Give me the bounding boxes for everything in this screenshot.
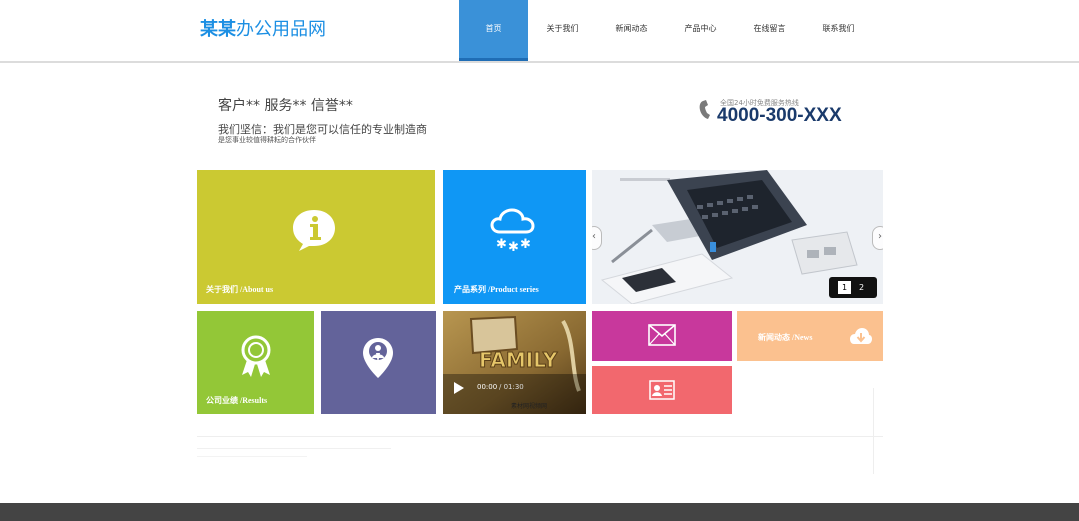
award-ribbon-icon — [241, 335, 271, 377]
nav-item-about[interactable]: 关于我们 — [528, 0, 597, 58]
envelope-icon — [648, 324, 676, 346]
id-card-icon — [649, 380, 675, 400]
video-duration: / 01:30 — [499, 383, 524, 391]
info-bubble-icon — [293, 210, 335, 251]
nav-item-contact[interactable]: 联系我们 — [804, 0, 873, 58]
svg-text:✱: ✱ — [508, 240, 519, 252]
slider-prev-button[interactable]: ‹ — [592, 226, 602, 250]
tile-about-label: 关于我们 /About us — [206, 285, 274, 294]
video-current-time: 00:00 — [477, 383, 498, 391]
tile-contact-card[interactable] — [592, 366, 732, 414]
slider-page-1[interactable]: 1 — [838, 281, 851, 294]
slider-page-2[interactable]: 2 — [855, 281, 868, 294]
snow-cloud-icon: ✱ ✱ ✱ — [490, 208, 535, 252]
site-footer — [0, 503, 1079, 521]
decorative-vertical-line — [873, 388, 874, 474]
nav-item-home[interactable]: 首页 — [459, 0, 528, 61]
main-nav: 首页 关于我们 新闻动态 产品中心 在线留言 联系我们 — [459, 0, 873, 61]
logo-rest-text: 办公用品网 — [236, 19, 326, 40]
content-divider-secondary — [197, 448, 391, 449]
slogan-main: 客户** 服务** 信誉** — [218, 98, 353, 114]
slider-pagination: 1 2 — [829, 277, 877, 298]
phone-icon — [699, 100, 710, 119]
tile-mail[interactable] — [592, 311, 732, 361]
nav-item-products[interactable]: 产品中心 — [666, 0, 735, 58]
video-watermark: 素材网视频网 — [511, 403, 548, 410]
slogan-small: 是您事业较值得耕耘的合作伙伴 — [218, 136, 316, 144]
tile-results-label: 公司业绩 /Results — [206, 396, 268, 405]
svg-text:✱: ✱ — [520, 237, 531, 252]
tile-product-label: 产品系列 /Product series — [454, 285, 539, 294]
image-slider[interactable]: ‹ › 1 2 — [592, 170, 883, 304]
tile-product-series[interactable]: ✱ ✱ ✱ 产品系列 /Product series — [443, 170, 586, 304]
tile-news[interactable]: 新闻动态 /News — [737, 311, 883, 361]
svg-text:FAMILY: FAMILY — [479, 348, 558, 372]
video-player[interactable]: FAMILY 00:00 / 01:30 素材网视频网 — [443, 311, 586, 414]
tile-results[interactable]: 公司业绩 /Results — [197, 311, 314, 414]
site-logo[interactable]: 某某办公用品网 — [200, 15, 326, 41]
content-divider — [197, 436, 883, 437]
location-person-icon — [363, 338, 393, 378]
tile-news-label: 新闻动态 /News — [758, 333, 813, 342]
content-divider-tertiary — [197, 456, 307, 457]
site-header: 某某办公用品网 首页 关于我们 新闻动态 产品中心 在线留言 联系我们 — [0, 0, 1079, 63]
tile-about-us[interactable]: 关于我们 /About us — [197, 170, 435, 304]
cloud-download-icon — [850, 328, 872, 344]
nav-item-message[interactable]: 在线留言 — [735, 0, 804, 58]
play-icon[interactable] — [453, 381, 465, 395]
logo-bold-text: 某某 — [200, 19, 236, 40]
hotline-number: 4000-300-XXX — [717, 105, 842, 126]
nav-item-news[interactable]: 新闻动态 — [597, 0, 666, 58]
video-frame: FAMILY — [443, 311, 586, 414]
tile-location[interactable] — [321, 311, 436, 414]
slider-next-button[interactable]: › — [872, 226, 883, 250]
svg-text:✱: ✱ — [496, 237, 507, 252]
